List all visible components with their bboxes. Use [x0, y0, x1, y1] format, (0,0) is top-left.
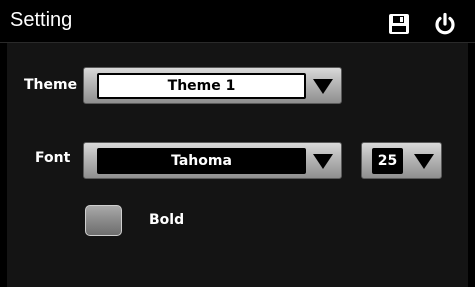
bold-label: Bold [149, 212, 185, 228]
font-label: Font [35, 150, 71, 166]
page-title: Setting [10, 9, 73, 31]
font-value[interactable]: Tahoma [97, 148, 306, 174]
font-dropdown[interactable]: Tahoma [83, 142, 342, 179]
power-icon[interactable] [433, 12, 457, 36]
header-bar: Setting [0, 0, 475, 43]
font-size-value[interactable]: 25 [372, 148, 403, 174]
theme-value[interactable]: Theme 1 [97, 73, 306, 99]
theme-label: Theme [24, 77, 78, 93]
save-icon[interactable] [387, 12, 411, 36]
chevron-down-icon[interactable] [313, 154, 333, 170]
settings-screen: Setting Theme Theme 1 Font Tahoma 25 Bol… [0, 0, 475, 287]
chevron-down-icon[interactable] [414, 154, 434, 170]
chevron-down-icon[interactable] [313, 79, 333, 95]
font-size-dropdown[interactable]: 25 [361, 142, 442, 179]
bold-checkbox[interactable] [85, 205, 122, 236]
theme-dropdown[interactable]: Theme 1 [83, 67, 342, 104]
